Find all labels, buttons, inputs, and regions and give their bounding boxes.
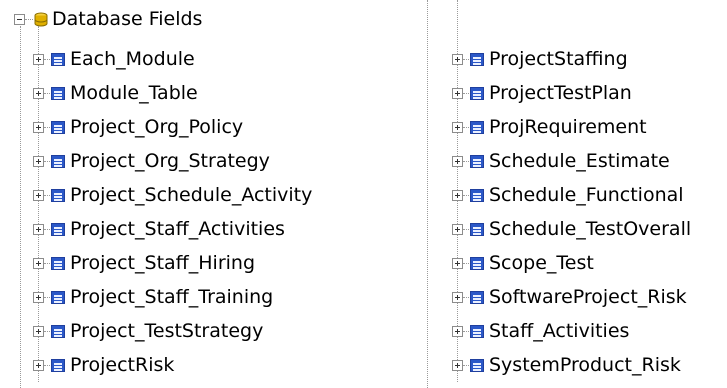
table-icon [470, 155, 484, 168]
expand-toggle[interactable] [452, 360, 463, 371]
table-icon [51, 325, 65, 338]
table-icon [470, 291, 484, 304]
table-icon [51, 155, 65, 168]
tree-item-label[interactable]: Staff_Activities [489, 320, 629, 342]
expand-toggle[interactable] [33, 258, 44, 269]
table-icon [51, 53, 65, 66]
table-icon [470, 189, 484, 202]
expand-toggle[interactable] [452, 292, 463, 303]
tree-item-label[interactable]: Project_Staff_Activities [70, 218, 285, 240]
tree-item-label[interactable]: Project_Org_Strategy [70, 150, 270, 172]
tree-item-label[interactable]: Project_Staff_Hiring [70, 252, 255, 274]
table-icon [51, 87, 65, 100]
table-icon [470, 87, 484, 100]
tree-connector [25, 19, 33, 20]
tree-item-label[interactable]: ProjectStaffing [489, 48, 628, 70]
expand-toggle[interactable] [33, 326, 44, 337]
tree-item-label[interactable]: Schedule_Estimate [489, 150, 670, 172]
tree-guide-line [427, 0, 428, 388]
tree-item-label[interactable]: SoftwareProject_Risk [489, 286, 687, 308]
expand-toggle[interactable] [452, 190, 463, 201]
table-icon [470, 359, 484, 372]
table-icon [51, 189, 65, 202]
table-icon [51, 121, 65, 134]
expand-toggle[interactable] [452, 258, 463, 269]
collapse-toggle[interactable] [14, 14, 25, 25]
tree-item-label[interactable]: ProjectRisk [70, 354, 174, 376]
table-icon [51, 257, 65, 270]
tree-item-label[interactable]: Project_Org_Policy [70, 116, 243, 138]
expand-toggle[interactable] [452, 88, 463, 99]
expand-toggle[interactable] [452, 326, 463, 337]
tree-item-label[interactable]: Schedule_TestOverall [489, 218, 691, 240]
root-node-label[interactable]: Database Fields [52, 8, 202, 30]
expand-toggle[interactable] [452, 224, 463, 235]
table-icon [470, 53, 484, 66]
tree-guide-line [20, 26, 21, 388]
tree-item-label[interactable]: Project_Schedule_Activity [70, 184, 312, 206]
tree-item-label[interactable]: Module_Table [70, 82, 198, 104]
table-icon [470, 257, 484, 270]
expand-toggle[interactable] [33, 292, 44, 303]
tree-item-label[interactable]: Project_Staff_Training [70, 286, 273, 308]
expand-toggle[interactable] [33, 360, 44, 371]
table-icon [470, 325, 484, 338]
tree-item-label[interactable]: ProjRequirement [489, 116, 647, 138]
tree-item-label[interactable]: Schedule_Functional [489, 184, 684, 206]
expand-toggle[interactable] [33, 88, 44, 99]
expand-toggle[interactable] [452, 156, 463, 167]
table-icon [470, 223, 484, 236]
tree-item-label[interactable]: Project_TestStrategy [70, 320, 263, 342]
expand-toggle[interactable] [452, 54, 463, 65]
tree-item-label[interactable]: ProjectTestPlan [489, 82, 632, 104]
expand-toggle[interactable] [452, 122, 463, 133]
expand-toggle[interactable] [33, 190, 44, 201]
expand-toggle[interactable] [33, 224, 44, 235]
table-icon [470, 121, 484, 134]
database-icon [34, 12, 48, 27]
table-icon [51, 359, 65, 372]
expand-toggle[interactable] [33, 156, 44, 167]
expand-toggle[interactable] [33, 54, 44, 65]
tree-item-label[interactable]: Scope_Test [489, 252, 594, 274]
table-icon [51, 291, 65, 304]
tree-item-label[interactable]: SystemProduct_Risk [489, 354, 681, 376]
table-icon [51, 223, 65, 236]
tree-item-label[interactable]: Each_Module [70, 48, 195, 70]
expand-toggle[interactable] [33, 122, 44, 133]
